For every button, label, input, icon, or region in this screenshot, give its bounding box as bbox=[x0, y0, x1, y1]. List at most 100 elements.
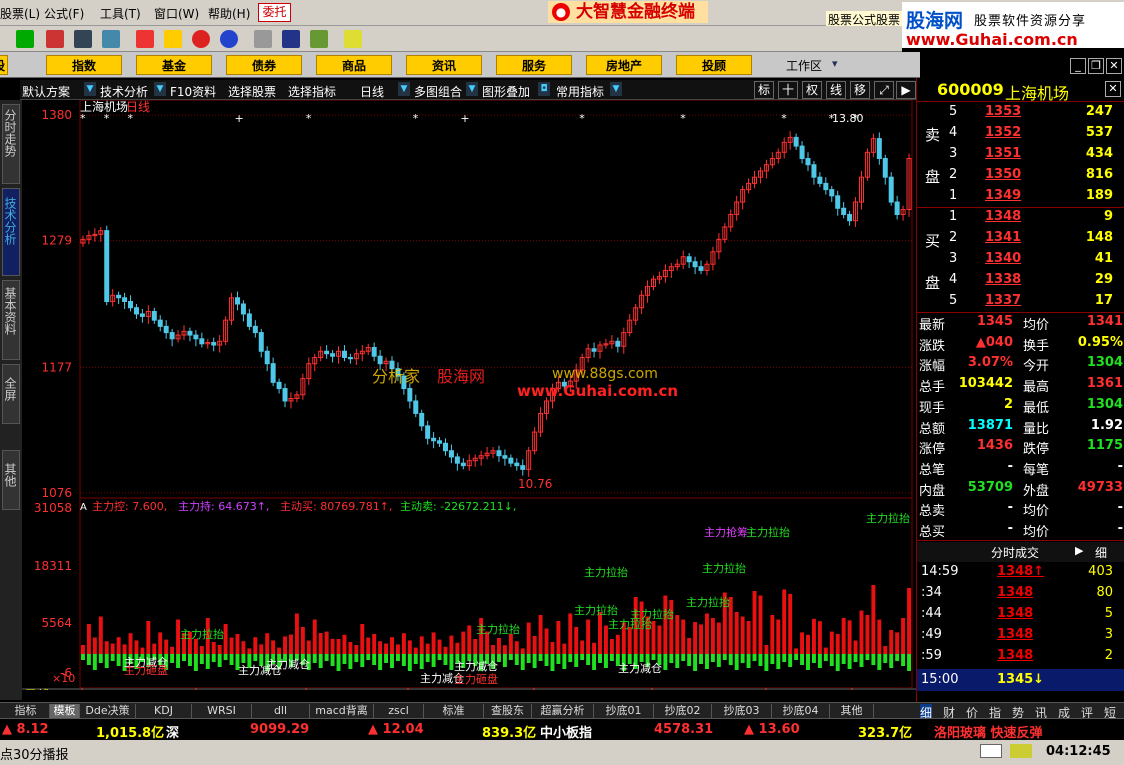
indicator-tab[interactable]: macd背离 bbox=[310, 704, 374, 718]
info-icon[interactable] bbox=[220, 30, 238, 48]
overlay-button[interactable]: 图形叠加 bbox=[482, 83, 530, 100]
diamond-icon[interactable] bbox=[164, 30, 182, 48]
ask-row[interactable]: 2 1350 816 bbox=[917, 167, 1124, 188]
tick-row[interactable]: :49 1348 3 bbox=[917, 627, 1124, 648]
dropdown-icon[interactable]: ▼ bbox=[398, 82, 410, 96]
indicator-tab[interactable]: 抄底04 bbox=[772, 704, 830, 718]
cat-fund[interactable]: 基金 bbox=[136, 55, 212, 75]
flag-icon[interactable] bbox=[136, 30, 154, 48]
cat-advisor[interactable]: 投顾 bbox=[676, 55, 752, 75]
mail-icon[interactable] bbox=[980, 744, 1002, 758]
crosshair-button[interactable]: 十 bbox=[778, 81, 798, 99]
indicator-tab[interactable]: 标准 bbox=[424, 704, 484, 718]
cat-stock[interactable]: 股票 bbox=[0, 55, 8, 93]
indicator-tab[interactable]: 抄底01 bbox=[594, 704, 654, 718]
ticks-detail-button[interactable]: 细 bbox=[1095, 544, 1107, 561]
cat-realestate[interactable]: 房地产 bbox=[586, 55, 662, 75]
scheme-select[interactable]: 默认方案 bbox=[22, 83, 70, 100]
message-icon[interactable] bbox=[1010, 744, 1032, 758]
tick-row[interactable]: 14:59 1348↑ 403 bbox=[917, 564, 1124, 585]
bid-row[interactable]: 3 1340 41 bbox=[917, 251, 1124, 272]
indicator-tab[interactable]: 抄底02 bbox=[654, 704, 712, 718]
indicator-tab[interactable]: WRSI bbox=[192, 704, 252, 718]
indicator-tick-label: 18311 bbox=[34, 559, 72, 573]
binoculars-icon[interactable] bbox=[74, 30, 92, 48]
indicator-tab[interactable]: dll bbox=[252, 704, 310, 718]
indicator-tab[interactable]: 超赢分析 bbox=[532, 704, 594, 718]
next-icon[interactable]: ▶ bbox=[896, 81, 916, 99]
indicator-tab[interactable]: 查股东 bbox=[484, 704, 532, 718]
workarea-dropdown-icon[interactable]: ▾ bbox=[832, 57, 838, 70]
minimize-icon[interactable]: _ bbox=[1070, 58, 1086, 74]
broadcast-label[interactable]: 点30分播报 bbox=[0, 744, 69, 763]
ticker-item: 1,015.8亿 bbox=[96, 726, 165, 741]
cat-commodity[interactable]: 商品 bbox=[316, 55, 392, 75]
tab-fullscreen[interactable]: 全屏 bbox=[2, 364, 20, 424]
bid-row[interactable]: 5 1337 17 bbox=[917, 293, 1124, 314]
indicator-tab[interactable]: 指标 bbox=[2, 704, 50, 718]
tab-other[interactable]: 其他 bbox=[2, 450, 20, 510]
ask-row[interactable]: 3 1351 434 bbox=[917, 146, 1124, 167]
indicator-tab[interactable]: 抄底03 bbox=[712, 704, 772, 718]
cat-news[interactable]: 资讯 bbox=[406, 55, 482, 75]
trade-button[interactable]: 委托 bbox=[258, 3, 291, 22]
lock-icon[interactable]: ◘ bbox=[538, 82, 550, 96]
last-tick-row[interactable]: 15:00 1345↓ bbox=[917, 669, 1124, 691]
zoom-icon[interactable]: ⤢ bbox=[874, 81, 894, 99]
dropdown-icon[interactable]: ▼ bbox=[84, 82, 96, 96]
indicator-tab[interactable]: KDJ bbox=[136, 704, 192, 718]
window-icon[interactable] bbox=[282, 30, 300, 48]
books-icon[interactable] bbox=[310, 30, 328, 48]
ask-row[interactable]: 1 1349 189 bbox=[917, 188, 1124, 209]
tab-technical[interactable]: 技术分析 bbox=[2, 188, 20, 276]
ticks-arrow-icon[interactable]: ▶ bbox=[1075, 544, 1083, 557]
rights-button[interactable]: 权 bbox=[802, 81, 822, 99]
chart-icon[interactable] bbox=[46, 30, 64, 48]
tick-row[interactable]: :44 1348 5 bbox=[917, 606, 1124, 627]
print-icon[interactable] bbox=[254, 30, 272, 48]
menu-stock[interactable]: 股票(L) bbox=[0, 5, 40, 22]
indicator-tab[interactable]: Dde决策 bbox=[80, 704, 136, 718]
tick-row[interactable]: :34 1348 80 bbox=[917, 585, 1124, 606]
pen-icon[interactable] bbox=[102, 30, 120, 48]
kline-chart[interactable]: * * * + * * + * * * * * 上海机场 日线 1380127911771076 31… bbox=[22, 100, 916, 690]
cat-service[interactable]: 服务 bbox=[496, 55, 572, 75]
link-icon[interactable] bbox=[192, 30, 210, 48]
line-button[interactable]: 线 bbox=[826, 81, 846, 99]
mark-button[interactable]: 标 bbox=[754, 81, 774, 99]
f10-button[interactable]: F10资料 bbox=[170, 83, 216, 100]
workarea-label[interactable]: 工作区 bbox=[786, 57, 822, 74]
ask-row[interactable]: 5 1353 247 bbox=[917, 104, 1124, 125]
period-select[interactable]: 日线 bbox=[360, 83, 384, 100]
quote-icon[interactable] bbox=[16, 30, 34, 48]
select-stock-button[interactable]: 选择股票 bbox=[228, 83, 276, 100]
tick-row[interactable]: :59 1348 2 bbox=[917, 648, 1124, 669]
menu-window[interactable]: 窗口(W) bbox=[154, 5, 199, 22]
menu-formula[interactable]: 公式(F) bbox=[44, 5, 84, 22]
bid-row[interactable]: 4 1338 29 bbox=[917, 272, 1124, 293]
bid-row[interactable]: 2 1341 148 bbox=[917, 230, 1124, 251]
tech-analysis-select[interactable]: 技术分析 bbox=[100, 83, 148, 100]
close-icon[interactable]: ✕ bbox=[1105, 81, 1121, 97]
indicator-tab[interactable]: 其他 bbox=[830, 704, 874, 718]
cat-index[interactable]: 指数 bbox=[46, 55, 122, 75]
cat-bond[interactable]: 债券 bbox=[226, 55, 302, 75]
bid-row[interactable]: 1 1348 9 bbox=[917, 209, 1124, 230]
dropdown-icon[interactable]: ▼ bbox=[610, 82, 622, 96]
tab-fundamentals[interactable]: 基本资料 bbox=[2, 280, 20, 360]
menu-help[interactable]: 帮助(H) bbox=[208, 5, 250, 22]
select-indicator-button[interactable]: 选择指标 bbox=[288, 83, 336, 100]
menu-tools[interactable]: 工具(T) bbox=[100, 5, 141, 22]
common-indicator-select[interactable]: 常用指标 bbox=[556, 83, 604, 100]
move-button[interactable]: 移 bbox=[850, 81, 870, 99]
dropdown-icon[interactable]: ▼ bbox=[466, 82, 478, 96]
indicator-tab[interactable]: 模板 bbox=[50, 704, 80, 718]
indicator-tab[interactable]: zscl bbox=[374, 704, 424, 718]
dropdown-icon[interactable]: ▼ bbox=[154, 82, 166, 96]
restore-icon[interactable]: ❐ bbox=[1088, 58, 1104, 74]
multi-chart-button[interactable]: 多图组合 bbox=[414, 83, 462, 100]
tab-intraday[interactable]: 分时走势 bbox=[2, 104, 20, 184]
ask-row[interactable]: 4 1352 537 bbox=[917, 125, 1124, 146]
close-icon[interactable]: ✕ bbox=[1106, 58, 1122, 74]
help-cursor-icon[interactable] bbox=[344, 30, 362, 48]
